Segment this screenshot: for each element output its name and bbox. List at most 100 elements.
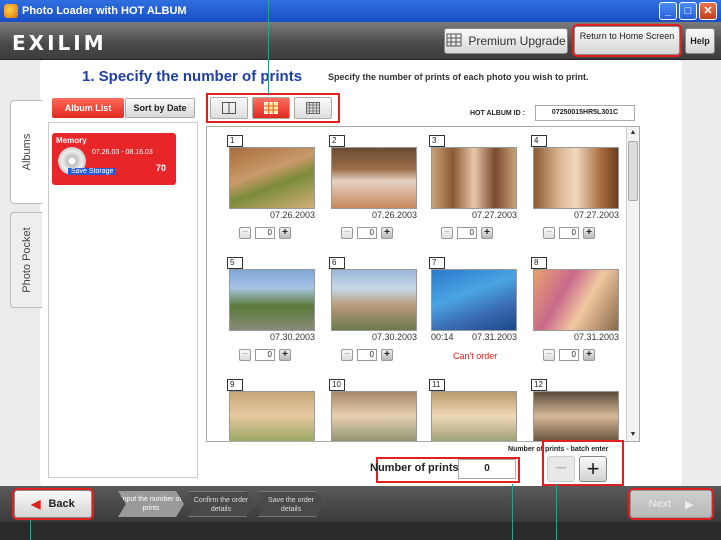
bottom-nav-bar [0, 486, 721, 522]
view-grid-small-button[interactable] [294, 97, 332, 119]
step-title: 1. Specify the number of prints [82, 68, 303, 85]
photo-thumbnail[interactable] [431, 269, 517, 331]
callout-line [268, 0, 269, 94]
quantity-stepper: − 0 + [341, 227, 393, 239]
app-icon [4, 4, 18, 18]
scroll-up-icon[interactable]: ▲ [627, 127, 639, 139]
photo-date: 07.26.2003 [371, 210, 417, 220]
grid-small-icon [306, 102, 320, 114]
hot-album-id-field: 07250015HR5L301C [535, 105, 635, 121]
photo-date: 07.30.2003 [269, 332, 315, 342]
view-grid-medium-button[interactable] [252, 97, 290, 119]
window-titlebar: Photo Loader with HOT ALBUM _ □ ✕ [0, 0, 721, 22]
cant-order-notice: Can't order [453, 351, 498, 361]
increase-button[interactable]: + [279, 349, 291, 361]
photo-date: 07.27.2003 [471, 210, 517, 220]
next-arrow-icon: ▶ [685, 498, 694, 511]
album-card[interactable]: Memory 07.26.03 - 08.16.03 70 Save Stora… [52, 133, 176, 185]
photo-thumbnail[interactable] [331, 391, 417, 441]
photo-cell: 8 07.31.2003 − 0 + [531, 257, 623, 379]
photo-thumbnail[interactable] [229, 269, 315, 331]
quantity-stepper: − 0 + [441, 227, 493, 239]
photo-number: 10 [329, 379, 345, 391]
close-button[interactable]: ✕ [699, 2, 717, 20]
batch-increase-button[interactable]: + [579, 456, 607, 482]
album-dates: 07.26.03 - 08.16.03 [92, 149, 153, 156]
help-button[interactable]: Help [685, 28, 715, 54]
sort-by-date-button[interactable]: Sort by Date [125, 98, 195, 118]
album-list-button[interactable]: Album List [52, 98, 124, 118]
next-button[interactable]: Next ▶ [628, 488, 714, 520]
tab-albums-label: Albums [20, 133, 33, 171]
batch-decrease-button[interactable]: − [547, 456, 575, 482]
quantity-field[interactable]: 0 [457, 227, 477, 239]
photo-thumbnail[interactable] [533, 269, 619, 331]
photo-grid: 1 07.26.2003 − 0 + 2 07.26.2003 − 0 + 3 … [206, 126, 640, 442]
increase-button[interactable]: + [381, 227, 393, 239]
decrease-button[interactable]: − [239, 349, 251, 361]
tab-albums[interactable]: Albums [10, 100, 42, 204]
premium-icon [446, 33, 462, 50]
album-tag: Save Storage [68, 168, 117, 175]
photo-cell: 2 07.26.2003 − 0 + [329, 135, 421, 257]
photo-number: 12 [531, 379, 547, 391]
photo-cell: 9 [227, 379, 319, 441]
minimize-button[interactable]: _ [659, 2, 677, 20]
photo-date: 07.30.2003 [371, 332, 417, 342]
decrease-button[interactable]: − [239, 227, 251, 239]
photo-thumbnail[interactable] [533, 147, 619, 209]
number-of-prints-field: 0 [458, 459, 516, 479]
quantity-field[interactable]: 0 [357, 349, 377, 361]
photo-thumbnail[interactable] [431, 147, 517, 209]
photo-number: 1 [227, 135, 243, 147]
maximize-button[interactable]: □ [679, 2, 697, 20]
premium-upgrade-label: Premium Upgrade [468, 34, 566, 48]
callout-line [556, 484, 557, 540]
decrease-button[interactable]: − [543, 227, 555, 239]
photo-thumbnail[interactable] [229, 391, 315, 441]
quantity-field[interactable]: 0 [559, 349, 579, 361]
scroll-down-icon[interactable]: ▼ [627, 429, 639, 441]
photo-thumbnail[interactable] [229, 147, 315, 209]
number-of-prints-label: Number of prints : [370, 462, 466, 474]
tab-photo-pocket[interactable]: Photo Pocket [10, 212, 42, 308]
scroll-thumb[interactable] [628, 141, 638, 201]
photo-cell: 5 07.30.2003 − 0 + [227, 257, 319, 379]
step-crumb-3: Save the order details [258, 491, 324, 517]
photo-thumbnail[interactable] [431, 391, 517, 441]
photo-date: 07.31.2003 [471, 332, 517, 342]
tab-photo-pocket-label: Photo Pocket [20, 227, 33, 293]
decrease-button[interactable]: − [441, 227, 453, 239]
increase-button[interactable]: + [381, 349, 393, 361]
increase-button[interactable]: + [279, 227, 291, 239]
album-name: Memory [56, 136, 87, 145]
decrease-button[interactable]: − [341, 349, 353, 361]
view-single-button[interactable] [210, 97, 248, 119]
photo-cell: 7 00:14 07.31.2003 Can't order [429, 257, 521, 379]
photo-thumbnail[interactable] [331, 269, 417, 331]
quantity-field[interactable]: 0 [255, 227, 275, 239]
decrease-button[interactable]: − [543, 349, 555, 361]
photo-number: 9 [227, 379, 243, 391]
return-home-button[interactable]: Return to Home Screen [572, 24, 682, 57]
back-button[interactable]: ◀ Back [12, 488, 94, 520]
window-controls: _ □ ✕ [659, 2, 717, 20]
premium-upgrade-button[interactable]: Premium Upgrade [444, 28, 568, 54]
photo-grid-scrollbar[interactable]: ▲ ▼ [626, 127, 639, 441]
photo-thumbnail[interactable] [331, 147, 417, 209]
grid-medium-icon [264, 102, 278, 114]
photo-number: 6 [329, 257, 345, 269]
increase-button[interactable]: + [583, 227, 595, 239]
increase-button[interactable]: + [583, 349, 595, 361]
photo-thumbnail[interactable] [533, 391, 619, 441]
quantity-field[interactable]: 0 [357, 227, 377, 239]
quantity-field[interactable]: 0 [255, 349, 275, 361]
photo-cell: 3 07.27.2003 − 0 + [429, 135, 521, 257]
decrease-button[interactable]: − [341, 227, 353, 239]
quantity-field[interactable]: 0 [559, 227, 579, 239]
back-arrow-icon: ◀ [31, 497, 41, 511]
increase-button[interactable]: + [481, 227, 493, 239]
back-label: Back [48, 498, 75, 510]
hot-album-id-label: HOT ALBUM ID : [470, 110, 525, 117]
photo-cell: 10 [329, 379, 421, 441]
